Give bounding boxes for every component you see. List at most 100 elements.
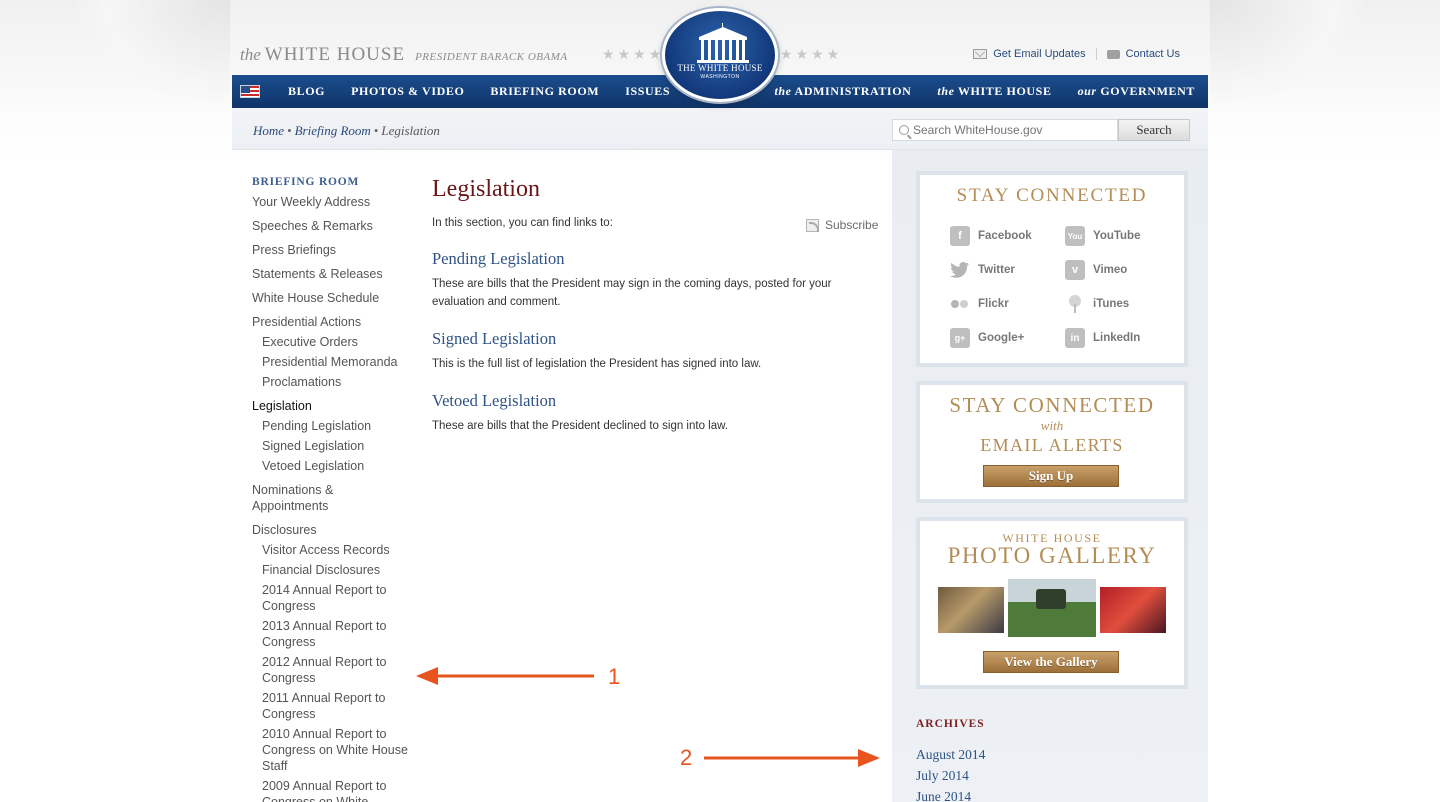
email-alerts-subtitle: EMAIL ALERTS bbox=[980, 435, 1124, 455]
sidebar-item-speeches-remarks[interactable]: Speeches & Remarks bbox=[252, 218, 412, 234]
search-field[interactable] bbox=[892, 119, 1118, 141]
brand-the: the bbox=[240, 45, 261, 64]
stay-connected-title: STAY CONNECTED bbox=[956, 185, 1148, 206]
sidebar-item-signed-legislation[interactable]: Signed Legislation bbox=[252, 438, 412, 454]
background-arch-right bbox=[1210, 0, 1370, 110]
sidebar-item-2012-annual-report[interactable]: 2012 Annual Report to Congress bbox=[252, 654, 412, 686]
sidebar-item-white-house-schedule[interactable]: White House Schedule bbox=[252, 290, 412, 306]
archive-link[interactable]: August 2014 bbox=[916, 744, 985, 765]
subscribe-link[interactable]: Subscribe bbox=[806, 218, 878, 232]
sidebar-item-2011-annual-report[interactable]: 2011 Annual Report to Congress bbox=[252, 690, 412, 722]
social-label: iTunes bbox=[1093, 298, 1130, 310]
nav-our-government[interactable]: our GOVERNMENT bbox=[1065, 84, 1208, 99]
google-plus-icon: g+ bbox=[950, 328, 970, 348]
nav-label: WHITE HOUSE bbox=[957, 84, 1052, 98]
archive-link[interactable]: July 2014 bbox=[916, 765, 985, 786]
social-google-plus-link[interactable]: g+ Google+ bbox=[950, 327, 1065, 349]
breadcrumb-bar: Home • Briefing Room • Legislation Search bbox=[232, 108, 1208, 150]
social-linkedin-link[interactable]: in LinkedIn bbox=[1065, 327, 1180, 349]
sidebar-item-2009-annual-report[interactable]: 2009 Annual Report to Congress on White bbox=[252, 778, 412, 802]
sidebar-item-2010-annual-report[interactable]: 2010 Annual Report to Congress on White … bbox=[252, 726, 412, 774]
social-facebook-link[interactable]: f Facebook bbox=[950, 225, 1065, 247]
gallery-photo[interactable] bbox=[1008, 579, 1096, 637]
email-updates-label: Get Email Updates bbox=[993, 48, 1086, 60]
vetoed-legislation-desc: These are bills that the President decli… bbox=[432, 420, 728, 432]
sidebar-item-press-briefings[interactable]: Press Briefings bbox=[252, 242, 412, 258]
envelope-icon bbox=[973, 49, 988, 59]
gallery-photo[interactable] bbox=[1100, 587, 1166, 633]
gallery-title: PHOTO GALLERY bbox=[947, 543, 1157, 568]
nav-prefix: the bbox=[774, 84, 792, 98]
sidebar-item-statements-releases[interactable]: Statements & Releases bbox=[252, 266, 412, 282]
contact-us-link[interactable]: Contact Us bbox=[1095, 48, 1190, 60]
email-alerts-box: STAY CONNECTED with EMAIL ALERTS Sign Up bbox=[916, 381, 1188, 503]
archive-link[interactable]: June 2014 bbox=[916, 786, 985, 802]
signed-legislation-desc: This is the full list of legislation the… bbox=[432, 358, 762, 370]
sidebar-item-presidential-memoranda[interactable]: Presidential Memoranda bbox=[252, 354, 412, 370]
sidebar-item-proclamations[interactable]: Proclamations bbox=[252, 374, 412, 390]
social-vimeo-link[interactable]: v Vimeo bbox=[1065, 259, 1180, 281]
email-alerts-title: STAY CONNECTED bbox=[949, 393, 1155, 417]
linkedin-icon: in bbox=[1065, 328, 1085, 348]
sidebar-item-pending-legislation[interactable]: Pending Legislation bbox=[252, 418, 412, 434]
main-content: Legislation Subscribe In this section, y… bbox=[432, 176, 882, 453]
social-itunes-link[interactable]: iTunes bbox=[1065, 293, 1180, 315]
flickr-icon bbox=[950, 294, 970, 314]
social-twitter-link[interactable]: Twitter bbox=[950, 259, 1065, 281]
contact-us-label: Contact Us bbox=[1125, 48, 1180, 60]
annotation-label-2: 2 bbox=[680, 745, 693, 770]
sidebar-item-2013-annual-report[interactable]: 2013 Annual Report to Congress bbox=[252, 618, 412, 650]
brand-president: PRESIDENT BARACK OBAMA bbox=[415, 51, 568, 63]
right-sidebar: STAY CONNECTED f Facebook You YouTube Twit… bbox=[892, 150, 1208, 802]
sidebar-item-disclosures[interactable]: Disclosures bbox=[252, 522, 412, 538]
gallery-photo[interactable] bbox=[938, 587, 1004, 633]
annotation-label-1: 1 bbox=[608, 664, 621, 689]
nav-photos-video[interactable]: PHOTOS & VIDEO bbox=[338, 84, 477, 99]
sign-up-button[interactable]: Sign Up bbox=[983, 465, 1119, 487]
breadcrumb-home[interactable]: Home bbox=[253, 123, 284, 138]
sidebar-item-visitor-access-records[interactable]: Visitor Access Records bbox=[252, 542, 412, 558]
section-sidebar-nav: BRIEFING ROOM Your Weekly Address Speech… bbox=[252, 176, 412, 802]
social-flickr-link[interactable]: Flickr bbox=[950, 293, 1065, 315]
vetoed-legislation-link[interactable]: Vetoed Legislation bbox=[432, 391, 882, 411]
site-brand[interactable]: the WHITE HOUSE PRESIDENT BARACK OBAMA bbox=[240, 44, 568, 66]
seal-subtitle: WASHINGTON bbox=[700, 74, 740, 80]
social-label: Facebook bbox=[978, 230, 1032, 242]
white-house-seal-logo[interactable]: THE WHITE HOUSE WASHINGTON bbox=[662, 8, 778, 102]
stars-decoration-left: ★★★★ bbox=[602, 46, 665, 62]
nav-issues[interactable]: ISSUES bbox=[612, 84, 683, 99]
sidebar-item-presidential-actions[interactable]: Presidential Actions bbox=[252, 314, 412, 330]
sidebar-item-nominations-appointments[interactable]: Nominations & Appointments bbox=[252, 482, 412, 514]
nav-the-administration[interactable]: the ADMINISTRATION bbox=[761, 84, 924, 99]
nav-briefing-room[interactable]: BRIEFING ROOM bbox=[477, 84, 612, 99]
sidebar-heading[interactable]: BRIEFING ROOM bbox=[252, 176, 412, 188]
sidebar-item-weekly-address[interactable]: Your Weekly Address bbox=[252, 194, 412, 210]
breadcrumb: Home • Briefing Room • Legislation bbox=[253, 123, 440, 139]
social-label: Flickr bbox=[978, 298, 1009, 310]
nav-the-white-house[interactable]: the WHITE HOUSE bbox=[924, 84, 1064, 99]
pending-legislation-link[interactable]: Pending Legislation bbox=[432, 249, 882, 269]
search-input[interactable] bbox=[913, 123, 1103, 137]
sidebar-item-executive-orders[interactable]: Executive Orders bbox=[252, 334, 412, 350]
search-button[interactable]: Search bbox=[1118, 119, 1190, 141]
sidebar-item-financial-disclosures[interactable]: Financial Disclosures bbox=[252, 562, 412, 578]
social-label: YouTube bbox=[1093, 230, 1141, 242]
social-label: Twitter bbox=[978, 264, 1015, 276]
view-gallery-button[interactable]: View the Gallery bbox=[983, 651, 1119, 673]
social-youtube-link[interactable]: You YouTube bbox=[1065, 225, 1180, 247]
breadcrumb-briefing-room[interactable]: Briefing Room bbox=[295, 123, 371, 138]
email-updates-link[interactable]: Get Email Updates bbox=[963, 48, 1095, 60]
annotation-arrow-right-icon bbox=[704, 749, 880, 767]
facebook-icon: f bbox=[950, 226, 970, 246]
breadcrumb-current: Legislation bbox=[381, 123, 440, 138]
utility-links: Get Email Updates Contact Us bbox=[963, 48, 1190, 60]
sidebar-item-legislation[interactable]: Legislation bbox=[252, 398, 412, 414]
stay-connected-box: STAY CONNECTED f Facebook You YouTube Twit… bbox=[916, 171, 1188, 367]
sidebar-item-vetoed-legislation[interactable]: Vetoed Legislation bbox=[252, 458, 412, 474]
sidebar-item-2014-annual-report[interactable]: 2014 Annual Report to Congress bbox=[252, 582, 412, 614]
signed-legislation-link[interactable]: Signed Legislation bbox=[432, 329, 882, 349]
social-label: Vimeo bbox=[1093, 264, 1128, 276]
speech-bubble-icon bbox=[1106, 49, 1120, 59]
pending-legislation-desc: These are bills that the President may s… bbox=[432, 278, 832, 308]
nav-blog[interactable]: BLOG bbox=[275, 84, 338, 99]
